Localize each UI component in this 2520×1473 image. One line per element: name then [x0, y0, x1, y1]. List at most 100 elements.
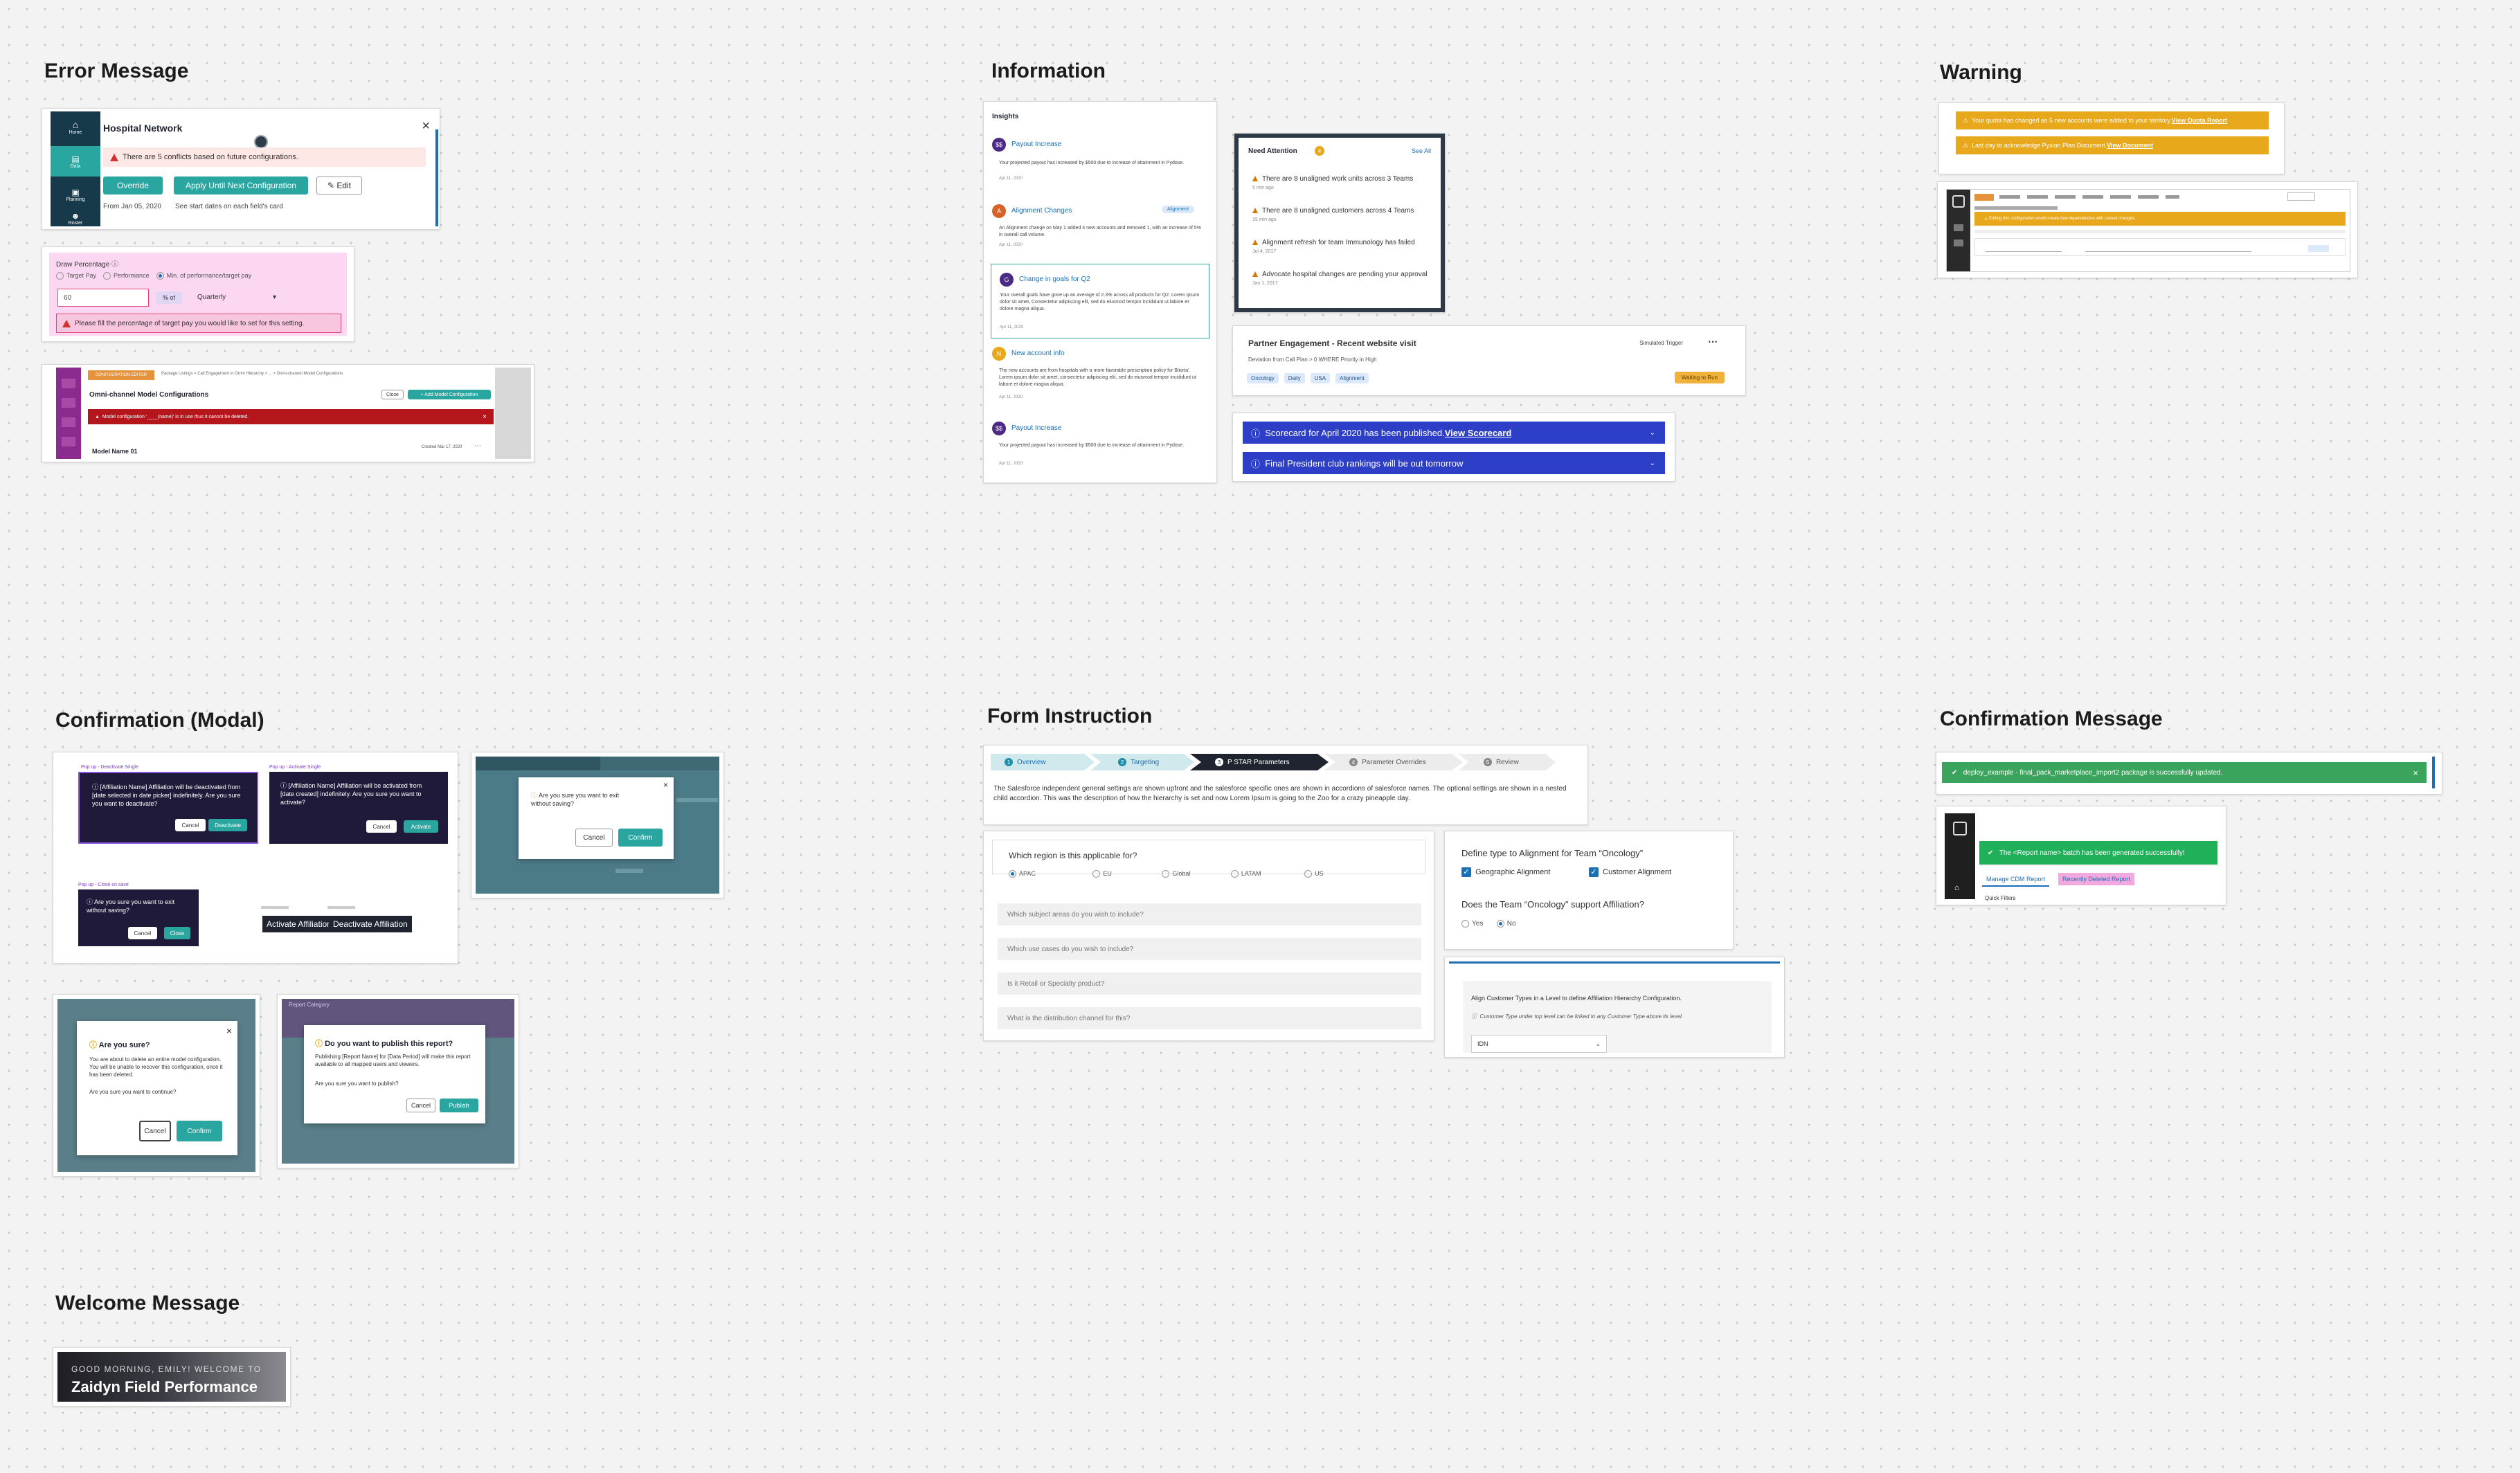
override-button[interactable]: Override	[103, 177, 163, 195]
close-popup: ⓘ Are you sure you want to exit without …	[78, 889, 199, 946]
step-parameter-overrides[interactable]: 4 Parameter Overrides	[1324, 754, 1463, 770]
step-targeting[interactable]: 2 Targeting	[1090, 754, 1194, 770]
close-icon[interactable]: ×	[483, 413, 487, 421]
subject-areas-field[interactable]: Which subject areas do you wish to inclu…	[998, 903, 1421, 925]
option-performance[interactable]: Performance	[103, 272, 150, 280]
region-option-us[interactable]: US	[1304, 870, 1324, 878]
warning-icon	[1252, 208, 1258, 214]
cancel-button[interactable]: Cancel	[575, 829, 613, 847]
step-pstar-parameters[interactable]: 3P STAR Parameters	[1190, 754, 1329, 770]
cancel-button[interactable]: Cancel	[139, 1121, 171, 1141]
cancel-button[interactable]: Cancel	[128, 927, 157, 939]
info-icon: ⓘ	[1251, 428, 1266, 439]
warning-icon	[62, 319, 71, 327]
confirm-button[interactable]: Confirm	[618, 829, 663, 847]
region-option-global[interactable]: Global	[1162, 870, 1190, 878]
attention-row[interactable]: There are 8 unaligned work units across …	[1252, 175, 1434, 190]
close-icon[interactable]: ×	[2413, 768, 2418, 778]
payout-icon: $$	[992, 138, 1006, 152]
page-title: Omni-channel Model Configurations	[89, 391, 209, 399]
add-model-configuration-button[interactable]: + Add Model Configuration	[408, 390, 491, 399]
deactivate-button[interactable]: Deactivate	[208, 819, 247, 831]
option-no[interactable]: No	[1496, 920, 1516, 928]
align-note: ⓘ Customer Type under top level can be l…	[1471, 1013, 1684, 1020]
tab-recently-deleted-report[interactable]: Recently Deleted Report	[2058, 873, 2135, 885]
insight-item[interactable]: $$ Payout Increase Your projected payout…	[992, 138, 1208, 190]
section-title-confirmation-message: Confirmation Message	[1940, 707, 2163, 730]
section-title-error: Error Message	[44, 60, 189, 82]
publish-button[interactable]: Publish	[440, 1099, 478, 1112]
region-option-eu[interactable]: EU	[1092, 870, 1112, 878]
confirm-button[interactable]: Confirm	[177, 1121, 222, 1141]
view-document-link[interactable]: View Document	[2107, 142, 2153, 149]
step-review[interactable]: 5 Review	[1459, 754, 1556, 770]
hospital-network-card: ⌂ Home ▤ Data ▣ Planning ☻ Roster Hospit…	[42, 108, 440, 230]
tab-manage-cdm-report[interactable]: Manage CDM Report	[1982, 873, 2050, 887]
section-title-form-instruction: Form Instruction	[987, 705, 1153, 728]
insight-item[interactable]: N New account info The new accounts are …	[992, 347, 1208, 409]
more-icon[interactable]: ⋯	[474, 442, 481, 450]
app-screen: ⚠ Editing this configuration would creat…	[1946, 189, 2350, 272]
close-icon[interactable]: ×	[422, 118, 430, 134]
sidebar-item-planning[interactable]: ▣ Planning	[51, 181, 100, 208]
option-target-pay[interactable]: Target Pay	[56, 272, 96, 280]
view-scorecard-link[interactable]: View Scorecard	[1445, 428, 1512, 438]
chevron-down-icon[interactable]: ⌄	[1650, 429, 1655, 437]
close-icon[interactable]: ×	[663, 780, 668, 790]
exit-confirm-dialog: × ⓘ Are you sure you want to exit withou…	[519, 777, 674, 859]
partner-engagement-card[interactable]: Partner Engagement - Recent website visi…	[1232, 325, 1746, 396]
sidebar-item-home[interactable]: ⌂ Home	[51, 111, 100, 142]
activate-button[interactable]: Activate	[404, 820, 438, 833]
cancel-button[interactable]: Cancel	[175, 819, 206, 831]
home-icon[interactable]: ⌂	[1954, 883, 1959, 892]
use-cases-field[interactable]: Which use cases do you wish to include?	[998, 938, 1421, 960]
region-option-apac[interactable]: APAC	[1009, 870, 1036, 878]
sidebar-item-data[interactable]: ▤ Data	[51, 146, 100, 177]
view-quota-report-link[interactable]: View Quota Report	[2172, 117, 2227, 124]
warning-banner: ⚠ Last day to acknowledge Pyxion Plan Do…	[1956, 136, 2269, 154]
attention-row[interactable]: There are 8 unaligned customers across 4…	[1252, 207, 1434, 222]
period-select[interactable]: Quarterly ▾	[192, 289, 282, 307]
success-toast-frame: ✔ deploy_example - final_pack_marketplac…	[1936, 752, 2442, 795]
popup-label: Pop up - Close on save	[78, 883, 129, 887]
align-title: Align Customer Types in a Level to defin…	[1471, 995, 1682, 1002]
people-icon: ☻	[71, 211, 80, 221]
customer-type-select[interactable]: IDN ⌄	[1471, 1035, 1607, 1053]
step-overview[interactable]: 1 Overview	[991, 754, 1095, 770]
apply-until-next-button[interactable]: Apply Until Next Configuration	[174, 177, 308, 195]
option-yes[interactable]: Yes	[1461, 920, 1483, 928]
pencil-icon: ✎	[327, 181, 337, 190]
geographic-alignment-checkbox[interactable]: ✓ Geographic Alignment	[1461, 867, 1550, 877]
attention-row[interactable]: Alignment refresh for team Immunology ha…	[1252, 239, 1434, 254]
customer-alignment-checkbox[interactable]: ✓ Customer Alignment	[1589, 867, 1671, 877]
close-button[interactable]: Close	[381, 390, 404, 399]
warning-icon: ▲	[95, 414, 102, 419]
draw-error-message: Please fill the percentage of target pay…	[56, 314, 341, 333]
close-icon[interactable]: ×	[226, 1025, 232, 1036]
sidebar-item-roster[interactable]: ☻ Roster	[51, 211, 100, 226]
welcome-app-name: Zaidyn Field Performance	[71, 1378, 258, 1395]
close-button[interactable]: Close	[164, 927, 190, 939]
edit-button[interactable]: ✎ Edit	[316, 177, 362, 195]
more-icon[interactable]: ⋯	[1708, 336, 1718, 347]
account-icon: N	[992, 347, 1006, 361]
checkbox-checked-icon: ✓	[1461, 867, 1471, 877]
draw-percentage-card: Draw Percentage ⓘ Target Pay Performance…	[42, 246, 354, 342]
batch-success-banner: ✔ The <Report name> batch has been gener…	[1979, 841, 2217, 865]
chevron-down-icon[interactable]: ⌄	[1650, 460, 1655, 467]
product-type-field[interactable]: Is it Retail or Specialty product?	[998, 973, 1421, 995]
cancel-button[interactable]: Cancel	[406, 1099, 435, 1112]
percentage-input[interactable]: 60	[57, 289, 149, 307]
info-icon: ⓘ	[92, 784, 100, 790]
insight-item[interactable]: $$ Payout Increase Your projected payout…	[992, 422, 1208, 477]
insight-item[interactable]: A Alignment Changes Alignment An Alignme…	[992, 204, 1208, 257]
chevron-down-icon: ▾	[272, 293, 276, 301]
attention-row[interactable]: Advocate hospital changes are pending yo…	[1252, 271, 1434, 286]
insights-panel: Insights $$ Payout Increase Your project…	[983, 101, 1217, 483]
region-option-latam[interactable]: LATAM	[1230, 870, 1261, 878]
insight-item-selected[interactable]: G Change in goals for Q2 Your overall go…	[991, 264, 1209, 338]
option-min-performance[interactable]: Min. of performance/target pay	[156, 272, 251, 280]
see-all-link[interactable]: See All	[1412, 147, 1431, 154]
cancel-button[interactable]: Cancel	[366, 820, 397, 833]
distribution-channel-field[interactable]: What is the distribution channel for thi…	[998, 1007, 1421, 1029]
